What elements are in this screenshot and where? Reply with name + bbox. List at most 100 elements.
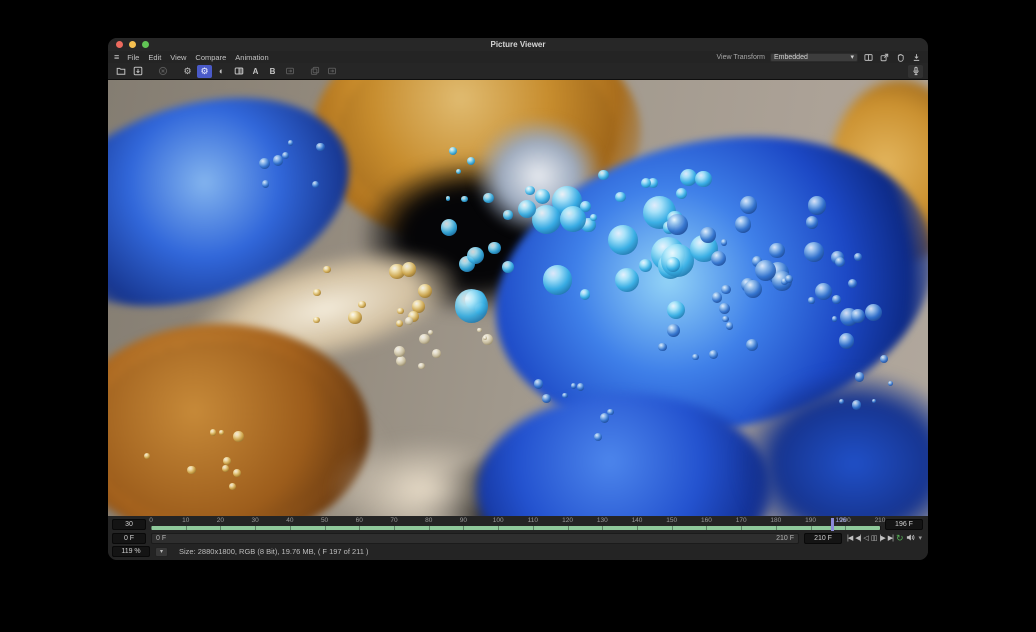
ruler-tick-mark [255,526,256,530]
ruler-tick-mark [429,526,430,530]
ruler-tick-mark [672,526,673,530]
playhead-frame-label: 196 [835,518,846,525]
preview-range-bar[interactable] [151,526,880,530]
ruler-tick-label: 10 [182,518,189,525]
ruler-tick-mark [811,526,812,530]
bubble [503,210,512,219]
download-icon[interactable] [911,52,922,62]
save-image-button[interactable] [130,65,145,78]
bubble [744,280,762,298]
zoom-dropdown-button[interactable]: ▾ [155,547,168,557]
range-start-field[interactable]: 0 F [112,533,146,544]
menu-item-view[interactable]: View [170,53,186,62]
menu-bar-right: View Transform Embedded ▾ [717,52,923,62]
range-end-field[interactable]: 210 F [804,533,842,544]
menu-item-compare[interactable]: Compare [195,53,226,62]
contrast-icon: ◐ [219,67,224,76]
bubble [711,251,726,266]
bubble [455,289,489,323]
bubble [785,275,794,284]
export-icon[interactable] [879,52,890,62]
chevron-down-icon: ▾ [850,54,854,61]
goto-start-button[interactable]: |◀ [847,535,852,542]
ruler-tick-mark [394,526,395,530]
zoom-level-field[interactable]: 119 % [112,546,150,557]
bubble [888,381,893,386]
set-version-a-button[interactable]: A [248,65,263,78]
swap-ab-button [282,65,297,78]
bubble-layer [108,80,928,516]
ruler-tick-label: 190 [805,518,816,525]
ab-compare-button[interactable] [231,65,246,78]
ruler-tick-mark [151,526,152,530]
bubble [419,334,430,345]
bubble [532,205,561,234]
step-forward-button[interactable]: |▶ [880,535,885,542]
ruler-tick-mark [602,526,603,530]
bubble [746,339,758,351]
bubble [854,253,862,261]
ruler-tick-label: 180 [770,518,781,525]
set-version-b-button[interactable]: B [265,65,280,78]
playback-options-button[interactable]: ▾ [918,535,922,542]
bubble [402,262,417,277]
ruler-tick-label: 30 [252,518,259,525]
play-backward-button[interactable]: ◁ [863,535,867,542]
bubble [721,239,728,246]
step-back-button[interactable]: ◀| [855,535,860,542]
ruler-tick-label: 90 [460,518,467,525]
bubble [467,157,475,165]
pan-hand-icon[interactable] [895,52,906,62]
bubble [666,257,681,272]
goto-end-button[interactable]: ▶| [888,535,893,542]
ruler-tick-mark [776,526,777,530]
hamburger-menu-icon[interactable]: ≡ [114,53,119,62]
bubble [709,350,718,359]
ruler-tick-mark [463,526,464,530]
ruler-tick-mark [325,526,326,530]
histogram-gear-button[interactable]: ⚙ [180,65,195,78]
ruler-tick-label: 50 [321,518,328,525]
bubble [273,155,284,166]
microphone-icon[interactable] [908,65,923,78]
bubble [735,216,752,233]
contrast-filter-button[interactable]: ◐ [214,65,229,78]
bubble [348,311,361,324]
view-transform-value: Embedded [774,54,808,61]
framerate-field[interactable]: 30 [112,519,146,530]
title-bar[interactable]: Picture Viewer [108,38,928,51]
bubble [396,356,406,366]
open-file-button[interactable] [113,65,128,78]
menu-item-file[interactable]: File [127,53,139,62]
ruler-tick-label: 40 [286,518,293,525]
timeline-scrollbar[interactable]: 0 F 210 F [151,533,799,544]
bubble [608,225,638,255]
split-view-icon[interactable] [863,52,874,62]
ruler-tick-mark [290,526,291,530]
timeline-ruler[interactable]: 0102030405060708090100110120130140150160… [151,518,880,531]
bubble [740,196,758,214]
picture-viewer-window: Picture Viewer ≡ File Edit View Compare Anim… [108,38,928,560]
bubble [695,171,711,187]
bubble [880,355,888,363]
bubble [312,181,319,188]
bubble [594,433,602,441]
toolbar: ⚙ ⚙ ◐ A B [108,63,928,80]
ruler-tick-mark [359,526,360,530]
bubble [667,301,685,319]
view-transform-dropdown[interactable]: Embedded ▾ [770,53,858,62]
bubble [571,383,577,389]
bubble [467,247,484,264]
bubble [580,201,591,212]
ruler-tick-label: 20 [217,518,224,525]
loop-playback-button[interactable]: ↻ [896,534,904,543]
ruler-tick-label: 70 [390,518,397,525]
timeline-panel: 30 0102030405060708090100110120130140150… [108,516,928,560]
bubble [394,346,405,357]
menu-item-edit[interactable]: Edit [148,53,161,62]
filter-gear-button[interactable]: ⚙ [197,65,212,78]
bubble [851,309,865,323]
menu-item-animation[interactable]: Animation [235,53,268,62]
playhead[interactable]: 196 [831,518,834,531]
stop-button[interactable]: ▯▯ [871,535,877,542]
